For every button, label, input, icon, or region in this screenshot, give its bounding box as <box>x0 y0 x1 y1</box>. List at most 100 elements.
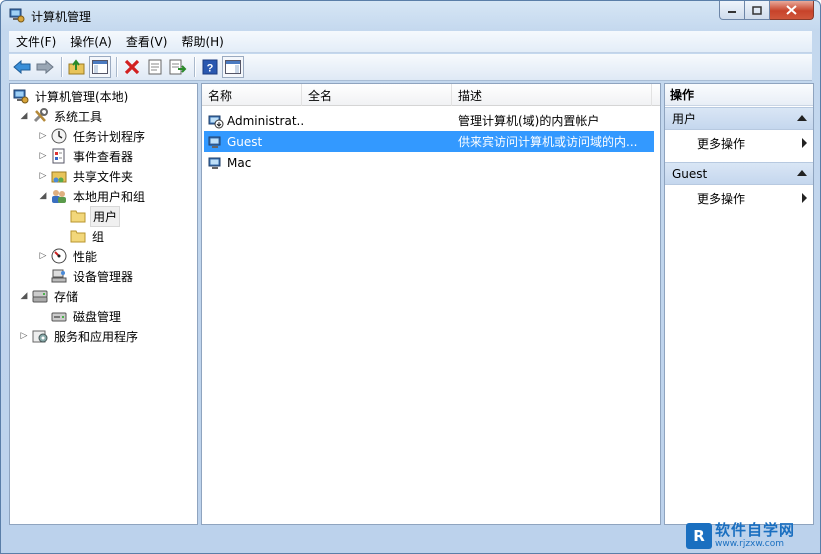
maximize-button[interactable] <box>745 1 770 20</box>
svg-text:?: ? <box>207 63 214 75</box>
tree-item-shared-folders[interactable]: ▷ 共享文件夹 <box>37 166 135 186</box>
expand-triangle-icon[interactable]: ▷ <box>37 130 49 142</box>
tree-label: 设备管理器 <box>73 269 134 284</box>
user-description: 供来宾访问计算机或访问域的内... <box>458 135 638 149</box>
tree-label: 任务计划程序 <box>73 129 146 144</box>
user-icon <box>208 136 221 148</box>
export-list-icon <box>169 59 187 75</box>
tree-item-local-users-groups[interactable]: ◢ 本地用户和组 <box>37 186 147 206</box>
user-name-cell: Mac <box>208 152 304 173</box>
show-hide-action-pane-icon <box>225 60 241 74</box>
user-description <box>458 152 652 173</box>
menu-help[interactable]: 帮助(H) <box>174 33 230 50</box>
column-name[interactable]: 名称 <box>202 84 302 106</box>
tree-item-task-scheduler[interactable]: ▷ 任务计划程序 <box>37 126 147 146</box>
tree-item-users[interactable]: 用户 <box>70 205 121 227</box>
back-icon <box>13 60 31 74</box>
back-button[interactable] <box>11 56 33 78</box>
submenu-arrow-icon <box>802 138 807 148</box>
close-button[interactable] <box>770 1 814 20</box>
folder-icon <box>70 230 86 243</box>
minimize-button[interactable] <box>719 1 745 20</box>
tree-label: 性能 <box>73 249 98 264</box>
actions-group-guest[interactable]: Guest <box>665 162 813 185</box>
properties-icon <box>148 59 162 75</box>
watermark-url: www.rjzxw.com <box>715 539 784 549</box>
actions-pane: 操作 用户 更多操作 Guest 更多操作 <box>664 83 814 525</box>
column-fullname[interactable]: 全名 <box>302 84 452 106</box>
computer-management-window: 计算机管理 文件(F) 操作(A) 查看(V) 帮助(H) ? 计算机管理(本地… <box>0 0 821 554</box>
tree-label: 共享文件夹 <box>73 169 134 184</box>
user-name: Guest <box>227 134 263 149</box>
user-name: Administrat... <box>227 113 304 128</box>
window-controls <box>719 1 814 20</box>
menu-view[interactable]: 查看(V) <box>119 33 175 50</box>
minimize-icon <box>728 11 736 13</box>
properties-button[interactable] <box>144 56 166 78</box>
window-title: 计算机管理 <box>31 10 92 24</box>
expand-triangle-icon[interactable]: ▷ <box>37 170 49 182</box>
expand-triangle-icon[interactable]: ▷ <box>37 150 49 162</box>
collapse-triangle-icon[interactable]: ◢ <box>18 290 30 302</box>
help-button[interactable]: ? <box>199 56 221 78</box>
more-actions-item[interactable]: 更多操作 <box>665 188 813 208</box>
collapse-triangle-icon[interactable]: ◢ <box>37 190 49 202</box>
watermark-title: 软件自学网 <box>715 521 796 539</box>
user-icon <box>208 157 221 169</box>
actions-group-users[interactable]: 用户 <box>665 107 813 130</box>
tree-item-storage[interactable]: ◢ 存储 <box>18 286 80 306</box>
toolbar: ? <box>9 54 812 81</box>
user-fullname <box>310 110 450 131</box>
show-hide-tree-button[interactable] <box>89 56 111 78</box>
watermark-logo: R <box>686 523 712 549</box>
tree-item-services-apps[interactable]: ▷ 服务和应用程序 <box>18 326 140 346</box>
forward-icon <box>36 60 54 74</box>
tree-item-groups[interactable]: 组 <box>70 226 106 246</box>
expand-triangle-icon[interactable]: ▷ <box>37 250 49 262</box>
more-actions-item[interactable]: 更多操作 <box>665 133 813 153</box>
menu-action[interactable]: 操作(A) <box>63 33 119 50</box>
tree-label: 组 <box>92 229 105 244</box>
delete-button[interactable] <box>121 56 143 78</box>
tree-label: 磁盘管理 <box>73 309 122 324</box>
forward-button[interactable] <box>34 56 56 78</box>
show-hide-action-pane-button[interactable] <box>222 56 244 78</box>
tree-item-device-manager[interactable]: 设备管理器 <box>51 266 135 286</box>
tree-item-performance[interactable]: ▷ 性能 <box>37 246 99 266</box>
main-content: 计算机管理(本地) ◢ 系统工具 ▷ 任务计划程序 ▷ 事件查看器 ▷ 共享文件… <box>9 83 814 545</box>
collapse-up-icon <box>797 170 807 176</box>
menu-file[interactable]: 文件(F) <box>9 33 63 50</box>
clock-icon <box>51 128 67 144</box>
event-viewer-icon <box>52 148 65 164</box>
actions-header: 操作 <box>665 84 813 106</box>
user-name-cell: Administrat... <box>208 110 304 131</box>
tree-item-event-viewer[interactable]: ▷ 事件查看器 <box>37 146 135 166</box>
list-item[interactable]: Mac <box>204 152 654 173</box>
tree-item-system-tools[interactable]: ◢ 系统工具 <box>18 106 104 126</box>
tree-label: 系统工具 <box>54 109 103 124</box>
computer-management-icon <box>9 8 25 23</box>
column-description[interactable]: 描述 <box>452 84 652 106</box>
performance-icon <box>51 248 67 264</box>
help-icon: ? <box>202 59 218 75</box>
toolbar-separator <box>116 57 117 77</box>
export-list-button[interactable] <box>167 56 189 78</box>
list-item[interactable]: Administrat... 管理计算机(域)的内置帐户 <box>204 110 654 131</box>
tree-item-root[interactable]: 计算机管理(本地) <box>13 86 130 106</box>
title-bar[interactable]: 计算机管理 <box>1 1 820 31</box>
tree-label: 服务和应用程序 <box>54 329 139 344</box>
collapse-triangle-icon[interactable]: ◢ <box>18 110 30 122</box>
expand-triangle-icon[interactable]: ▷ <box>18 330 30 342</box>
list-item-selected[interactable]: Guest 供来宾访问计算机或访问域的内... <box>204 131 654 152</box>
user-name-cell: Guest <box>208 131 304 152</box>
console-tree: 计算机管理(本地) ◢ 系统工具 ▷ 任务计划程序 ▷ 事件查看器 ▷ 共享文件… <box>9 83 198 525</box>
collapse-up-icon <box>797 115 807 121</box>
up-folder-button[interactable] <box>66 56 88 78</box>
tree-item-disk-management[interactable]: 磁盘管理 <box>51 306 123 326</box>
tree-label: 本地用户和组 <box>73 189 146 204</box>
users-list: 名称 全名 描述 Administrat... 管理计算机(域)的内置帐户 Gu… <box>201 83 661 525</box>
device-manager-icon <box>51 269 67 283</box>
shared-folder-icon <box>51 171 67 183</box>
admin-user-icon <box>208 115 224 128</box>
watermark: R 软件自学网 www.rjzxw.com <box>686 521 814 551</box>
